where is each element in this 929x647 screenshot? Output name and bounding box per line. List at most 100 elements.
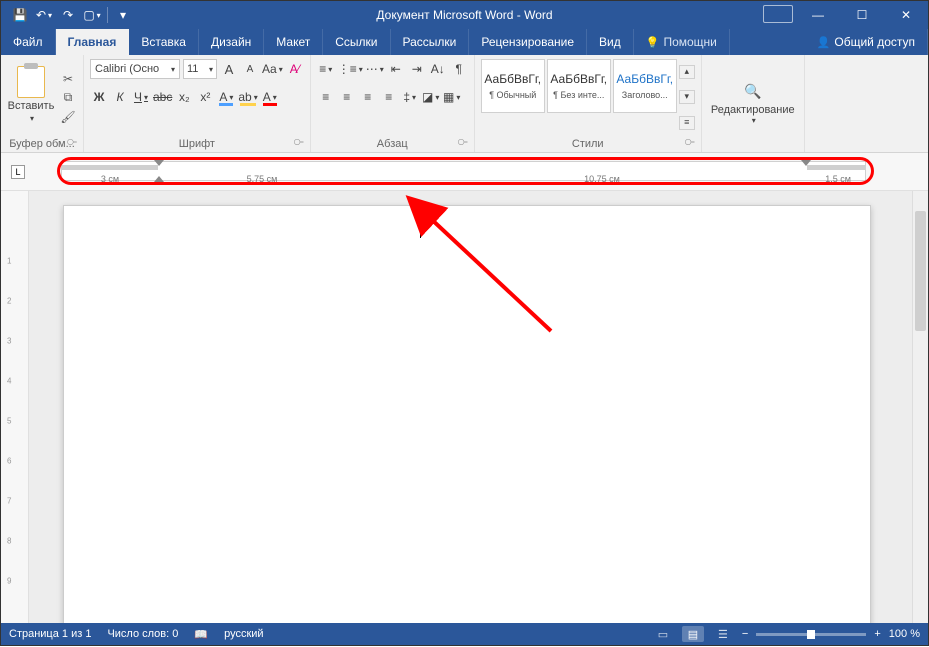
underline-button[interactable]: Ч▾	[132, 87, 150, 107]
cut-icon[interactable]: ✂	[59, 71, 77, 87]
vertical-ruler[interactable]: 123 456 789	[1, 191, 29, 623]
copy-icon[interactable]: ⧉	[59, 90, 77, 106]
status-language[interactable]: русский	[224, 628, 263, 640]
change-case-button[interactable]: Aa▾	[262, 59, 283, 79]
status-page[interactable]: Страница 1 из 1	[9, 628, 91, 640]
superscript-button[interactable]: x²	[196, 87, 214, 107]
statusbar: Страница 1 из 1 Число слов: 0 📖 русский …	[1, 623, 928, 645]
zoom-slider[interactable]	[756, 633, 866, 636]
align-center-button[interactable]: ≡	[338, 87, 356, 107]
group-editing-label	[708, 148, 798, 150]
view-print-icon[interactable]: ▤	[682, 626, 704, 642]
clear-formatting-icon[interactable]: A⁄	[286, 59, 304, 79]
person-icon: 👤	[817, 36, 831, 49]
dialog-launcher-icon[interactable]: ⧃	[458, 137, 468, 148]
tab-review[interactable]: Рецензирование	[469, 29, 587, 55]
first-line-indent-icon[interactable]	[154, 160, 164, 166]
strikethrough-button[interactable]: abc	[153, 87, 172, 107]
dialog-launcher-icon[interactable]: ⧃	[685, 137, 695, 148]
font-size-dropdown[interactable]: 11▾	[183, 59, 217, 79]
bold-button[interactable]: Ж	[90, 87, 108, 107]
editing-button[interactable]: 🔍 Редактирование ▾	[708, 59, 798, 148]
text-effects-button[interactable]: A▾	[217, 87, 235, 107]
right-indent-icon[interactable]	[801, 160, 811, 166]
scrollbar-thumb[interactable]	[915, 211, 926, 331]
clipboard-icon	[17, 66, 45, 98]
align-left-button[interactable]: ≡	[317, 87, 335, 107]
view-web-icon[interactable]: ☰	[712, 626, 734, 642]
ribbon-display-icon[interactable]	[763, 5, 793, 23]
shading-button[interactable]: ◪▾	[422, 87, 440, 107]
quick-access-toolbar: 💾 ↶▾ ↷ ▢▾ ▾	[1, 6, 132, 24]
shrink-font-button[interactable]: A	[241, 59, 259, 79]
tab-tellme[interactable]: 💡Помощни	[634, 29, 730, 55]
redo-icon[interactable]: ↷	[59, 6, 77, 24]
grow-font-button[interactable]: A	[220, 59, 238, 79]
borders-button[interactable]: ▦▾	[443, 87, 461, 107]
minimize-button[interactable]: —	[796, 1, 840, 29]
hanging-indent-icon[interactable]	[154, 176, 164, 182]
tab-layout[interactable]: Макет	[264, 29, 323, 55]
show-paragraph-button[interactable]: ¶	[450, 59, 468, 79]
tab-share[interactable]: 👤Общий доступ	[805, 29, 928, 55]
tab-stop-selector[interactable]: L	[11, 165, 25, 179]
style-normal[interactable]: АаБбВвГг,¶ Обычный	[481, 59, 545, 113]
ruler-measure-1: 3 см	[101, 174, 119, 184]
format-painter-icon[interactable]: 🖌	[59, 109, 77, 125]
sort-button[interactable]: A↓	[429, 59, 447, 79]
subscript-button[interactable]: x₂	[175, 87, 193, 107]
line-spacing-button[interactable]: ‡▾	[401, 87, 419, 107]
new-doc-icon[interactable]: ▢▾	[83, 6, 101, 24]
document-page[interactable]	[63, 205, 871, 623]
lightbulb-icon: 💡	[646, 36, 660, 49]
numbering-button[interactable]: ⋮≡▾	[338, 59, 363, 79]
font-color-button[interactable]: A▾	[261, 87, 279, 107]
undo-icon[interactable]: ↶▾	[35, 6, 53, 24]
group-styles: АаБбВвГг,¶ Обычный АаБбВвГг,¶ Без инте..…	[475, 55, 702, 152]
style-heading1[interactable]: АаБбВвГг,Заголово...	[613, 59, 677, 113]
increase-indent-button[interactable]: ⇥	[408, 59, 426, 79]
tab-references[interactable]: Ссылки	[323, 29, 390, 55]
group-styles-label: Стили⧃	[481, 136, 695, 150]
zoom-out-button[interactable]: −	[742, 628, 748, 640]
align-right-button[interactable]: ≡	[359, 87, 377, 107]
ruler-measure-2: 5,75 см	[247, 174, 278, 184]
tab-share-label: Общий доступ	[834, 35, 915, 49]
zoom-in-button[interactable]: +	[874, 628, 880, 640]
highlight-button[interactable]: ab▾	[238, 87, 257, 107]
styles-gallery-more[interactable]: ▴▾≡	[679, 59, 695, 136]
multilevel-button[interactable]: ⋯▾	[366, 59, 384, 79]
paste-button[interactable]: Вставить ▾	[7, 59, 55, 129]
tab-design[interactable]: Дизайн	[199, 29, 264, 55]
dialog-launcher-icon[interactable]: ⧃	[294, 137, 304, 148]
style-nospacing[interactable]: АаБбВвГг,¶ Без инте...	[547, 59, 611, 113]
font-name-dropdown[interactable]: Calibri (Осно▾	[90, 59, 180, 79]
search-icon: 🔍	[744, 83, 761, 100]
horizontal-ruler[interactable]: 3 см 5,75 см 10,75 см 1,5 см	[61, 161, 866, 181]
tab-mailings[interactable]: Рассылки	[391, 29, 470, 55]
tab-view[interactable]: Вид	[587, 29, 634, 55]
save-icon[interactable]: 💾	[11, 6, 29, 24]
page-scroll-area[interactable]	[29, 191, 928, 623]
view-read-icon[interactable]: ▭	[652, 626, 674, 642]
maximize-button[interactable]: ☐	[840, 1, 884, 29]
dialog-launcher-icon[interactable]: ⧃	[67, 137, 77, 148]
italic-button[interactable]: К	[111, 87, 129, 107]
chevron-down-icon: ▾	[30, 114, 34, 123]
ruler-measure-3: 10,75 см	[584, 174, 620, 184]
window-controls: — ☐ ✕	[796, 1, 928, 29]
justify-button[interactable]: ≡	[380, 87, 398, 107]
close-button[interactable]: ✕	[884, 1, 928, 29]
group-clipboard: Вставить ▾ ✂ ⧉ 🖌 Буфер обм...⧃	[1, 55, 84, 152]
vertical-scrollbar[interactable]	[912, 191, 928, 623]
tab-home[interactable]: Главная	[56, 29, 130, 55]
tab-insert[interactable]: Вставка	[129, 29, 199, 55]
bullets-button[interactable]: ≡▾	[317, 59, 335, 79]
zoom-level[interactable]: 100 %	[889, 628, 920, 640]
qat-customize-icon[interactable]: ▾	[114, 6, 132, 24]
spellcheck-icon[interactable]: 📖	[194, 628, 208, 641]
ruler-measure-4: 1,5 см	[825, 174, 851, 184]
decrease-indent-button[interactable]: ⇤	[387, 59, 405, 79]
status-words[interactable]: Число слов: 0	[107, 628, 178, 640]
tab-file[interactable]: Файл	[1, 29, 56, 55]
